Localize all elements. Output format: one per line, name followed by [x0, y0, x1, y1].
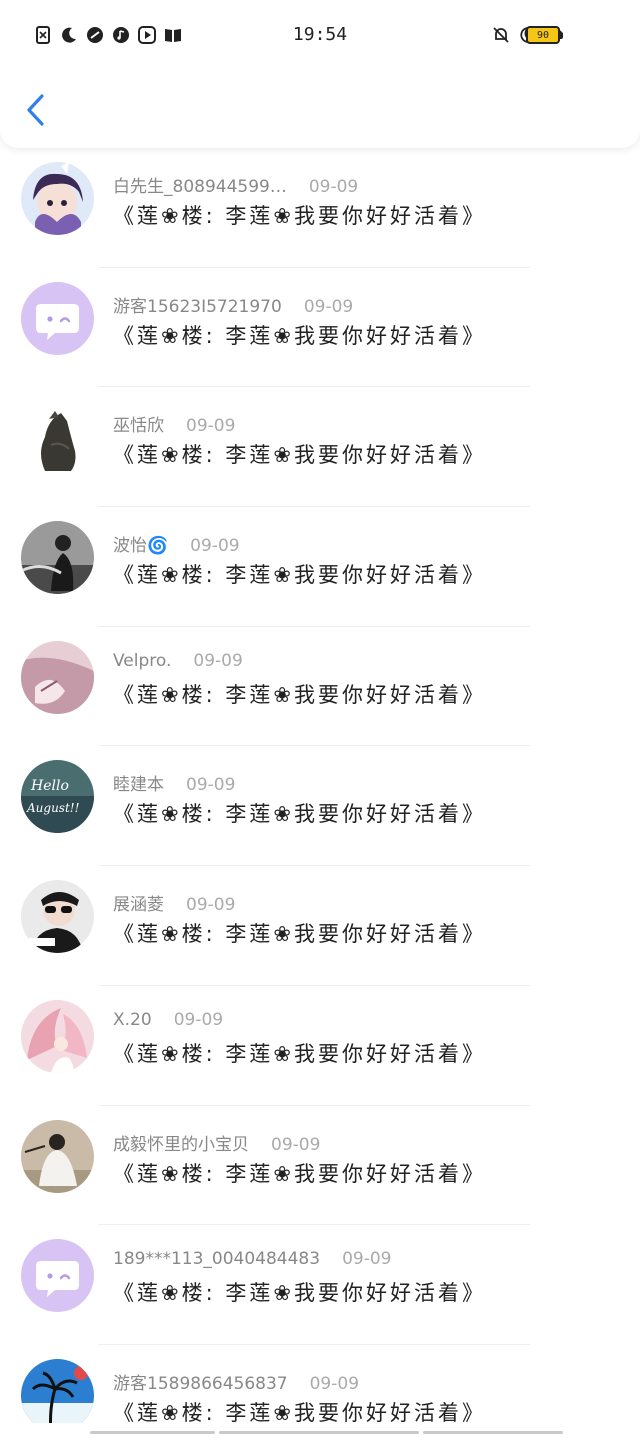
battery-indicator: 90: [526, 26, 563, 44]
comment-date: 09-09: [309, 1373, 360, 1394]
comment-meta: 展涵菱 09-09: [113, 890, 235, 915]
avatar[interactable]: [21, 162, 94, 235]
comment-date: 09-09: [186, 895, 236, 916]
comment-meta: 波怡🌀 09-09: [113, 531, 240, 556]
comment-item[interactable]: 波怡🌀 09-09 《莲❀楼: 李莲❀我要你好好活着》: [0, 507, 640, 627]
bottom-scroll-indicator: [90, 1419, 570, 1434]
comment-date: 09-09: [303, 296, 354, 317]
comment-text: 《莲❀楼: 李莲❀我要你好好活着》: [113, 682, 486, 707]
comment-meta: 189***113_0040484483 09-09: [113, 1249, 391, 1269]
username[interactable]: 游客15623I5721970: [113, 297, 282, 317]
comment-meta: 游客1589866456837 09-09: [113, 1369, 359, 1394]
comment-meta: Velpro. 09-09: [113, 651, 243, 671]
comment-date: 09-09: [173, 1009, 224, 1030]
back-button[interactable]: [22, 92, 50, 128]
username[interactable]: 游客1589866456837: [113, 1374, 288, 1394]
comment-text: 《莲❀楼: 李莲❀我要你好好活着》: [113, 204, 486, 228]
avatar[interactable]: [21, 401, 94, 475]
comment-item[interactable]: X.20 09-09 《莲❀楼: 李莲❀我要你好好活着》: [0, 986, 640, 1106]
avatar[interactable]: [21, 999, 94, 1073]
comment-text: 《莲❀楼: 李莲❀我要你好好活着》: [113, 802, 486, 827]
comment-meta: 巫恬欣 09-09: [113, 411, 235, 436]
username[interactable]: 成毅怀里的小宝贝: [113, 1135, 249, 1155]
comment-text: 《莲❀楼: 李莲❀我要你好好活着》: [113, 443, 486, 468]
comment-text: 《莲❀楼: 李莲❀我要你好好活着》: [113, 1041, 486, 1066]
username[interactable]: 波怡🌀: [113, 536, 168, 556]
username[interactable]: 189***113_0040484483: [113, 1249, 320, 1269]
avatar[interactable]: [21, 521, 94, 595]
comment-date: 09-09: [308, 177, 359, 197]
avatar[interactable]: [21, 1119, 94, 1193]
comment-item[interactable]: 成毅怀里的小宝贝 09-09 《莲❀楼: 李莲❀我要你好好活着》: [0, 1106, 640, 1226]
comment-meta: X.20 09-09: [113, 1010, 223, 1030]
comment-list[interactable]: 白先生_808944599… 09-09 《莲❀楼: 李莲❀我要你好好活着》 游客…: [0, 148, 640, 1423]
comment-date: 09-09: [271, 1134, 321, 1155]
username[interactable]: 展涵菱: [113, 895, 164, 915]
comment-item[interactable]: Hello August!! 睦建本 09-09 《莲❀楼: 李莲❀我要你好好活着》: [0, 746, 640, 867]
svg-text:Hello: Hello: [30, 778, 69, 794]
username[interactable]: 睦建本: [113, 775, 164, 795]
comment-item[interactable]: 189***113_0040484483 09-09 《莲❀楼: 李莲❀我要你好好…: [0, 1225, 640, 1345]
comment-date: 09-09: [342, 1249, 392, 1270]
username[interactable]: X.20: [113, 1010, 152, 1030]
username[interactable]: Velpro.: [113, 651, 171, 671]
comment-item[interactable]: 游客15623I5721970 09-09 《莲❀楼: 李莲❀我要你好好活着》: [0, 268, 640, 388]
comment-text: 《莲❀楼: 李莲❀我要你好好活着》: [113, 1161, 486, 1186]
comment-date: 09-09: [186, 416, 236, 437]
comment-date: 09-09: [186, 775, 236, 796]
avatar[interactable]: Hello August!!: [21, 760, 94, 834]
comment-item[interactable]: 游客1589866456837 09-09 《莲❀楼: 李莲❀我要你好好活着》: [0, 1345, 640, 1423]
bell-off-icon: [492, 26, 510, 44]
comment-item[interactable]: 展涵菱 09-09 《莲❀楼: 李莲❀我要你好好活着》: [0, 866, 640, 986]
comment-item[interactable]: 巫恬欣 09-09 《莲❀楼: 李莲❀我要你好好活着》: [0, 387, 640, 508]
username[interactable]: 巫恬欣: [113, 416, 164, 436]
avatar[interactable]: [21, 1358, 94, 1423]
comment-meta: 成毅怀里的小宝贝 09-09: [113, 1130, 320, 1155]
comment-item[interactable]: 白先生_808944599… 09-09 《莲❀楼: 李莲❀我要你好好活着》: [0, 148, 640, 268]
comment-text: 《莲❀楼: 李莲❀我要你好好活着》: [113, 1281, 486, 1306]
top-header: 19:54 90: [0, 0, 640, 148]
comment-text: 《莲❀楼: 李莲❀我要你好好活着》: [113, 323, 486, 348]
svg-text:August!!: August!!: [26, 801, 80, 815]
comment-meta: 游客15623I5721970 09-09: [113, 292, 353, 317]
avatar[interactable]: [21, 281, 94, 355]
comment-meta: 白先生_808944599… 09-09: [113, 172, 358, 197]
avatar[interactable]: [21, 880, 94, 954]
comment-date: 09-09: [193, 650, 243, 671]
username[interactable]: 白先生_808944599…: [113, 177, 287, 197]
comment-meta: 睦建本 09-09: [113, 770, 235, 795]
comment-text: 《莲❀楼: 李莲❀我要你好好活着》: [113, 922, 486, 947]
comment-text: 《莲❀楼: 李莲❀我要你好好活着》: [113, 563, 486, 588]
comment-item[interactable]: Velpro. 09-09 《莲❀楼: 李莲❀我要你好好活着》: [0, 627, 640, 747]
avatar[interactable]: [21, 1239, 94, 1313]
comment-date: 09-09: [190, 536, 240, 557]
chevron-left-icon: [27, 94, 44, 126]
avatar[interactable]: [21, 640, 94, 714]
